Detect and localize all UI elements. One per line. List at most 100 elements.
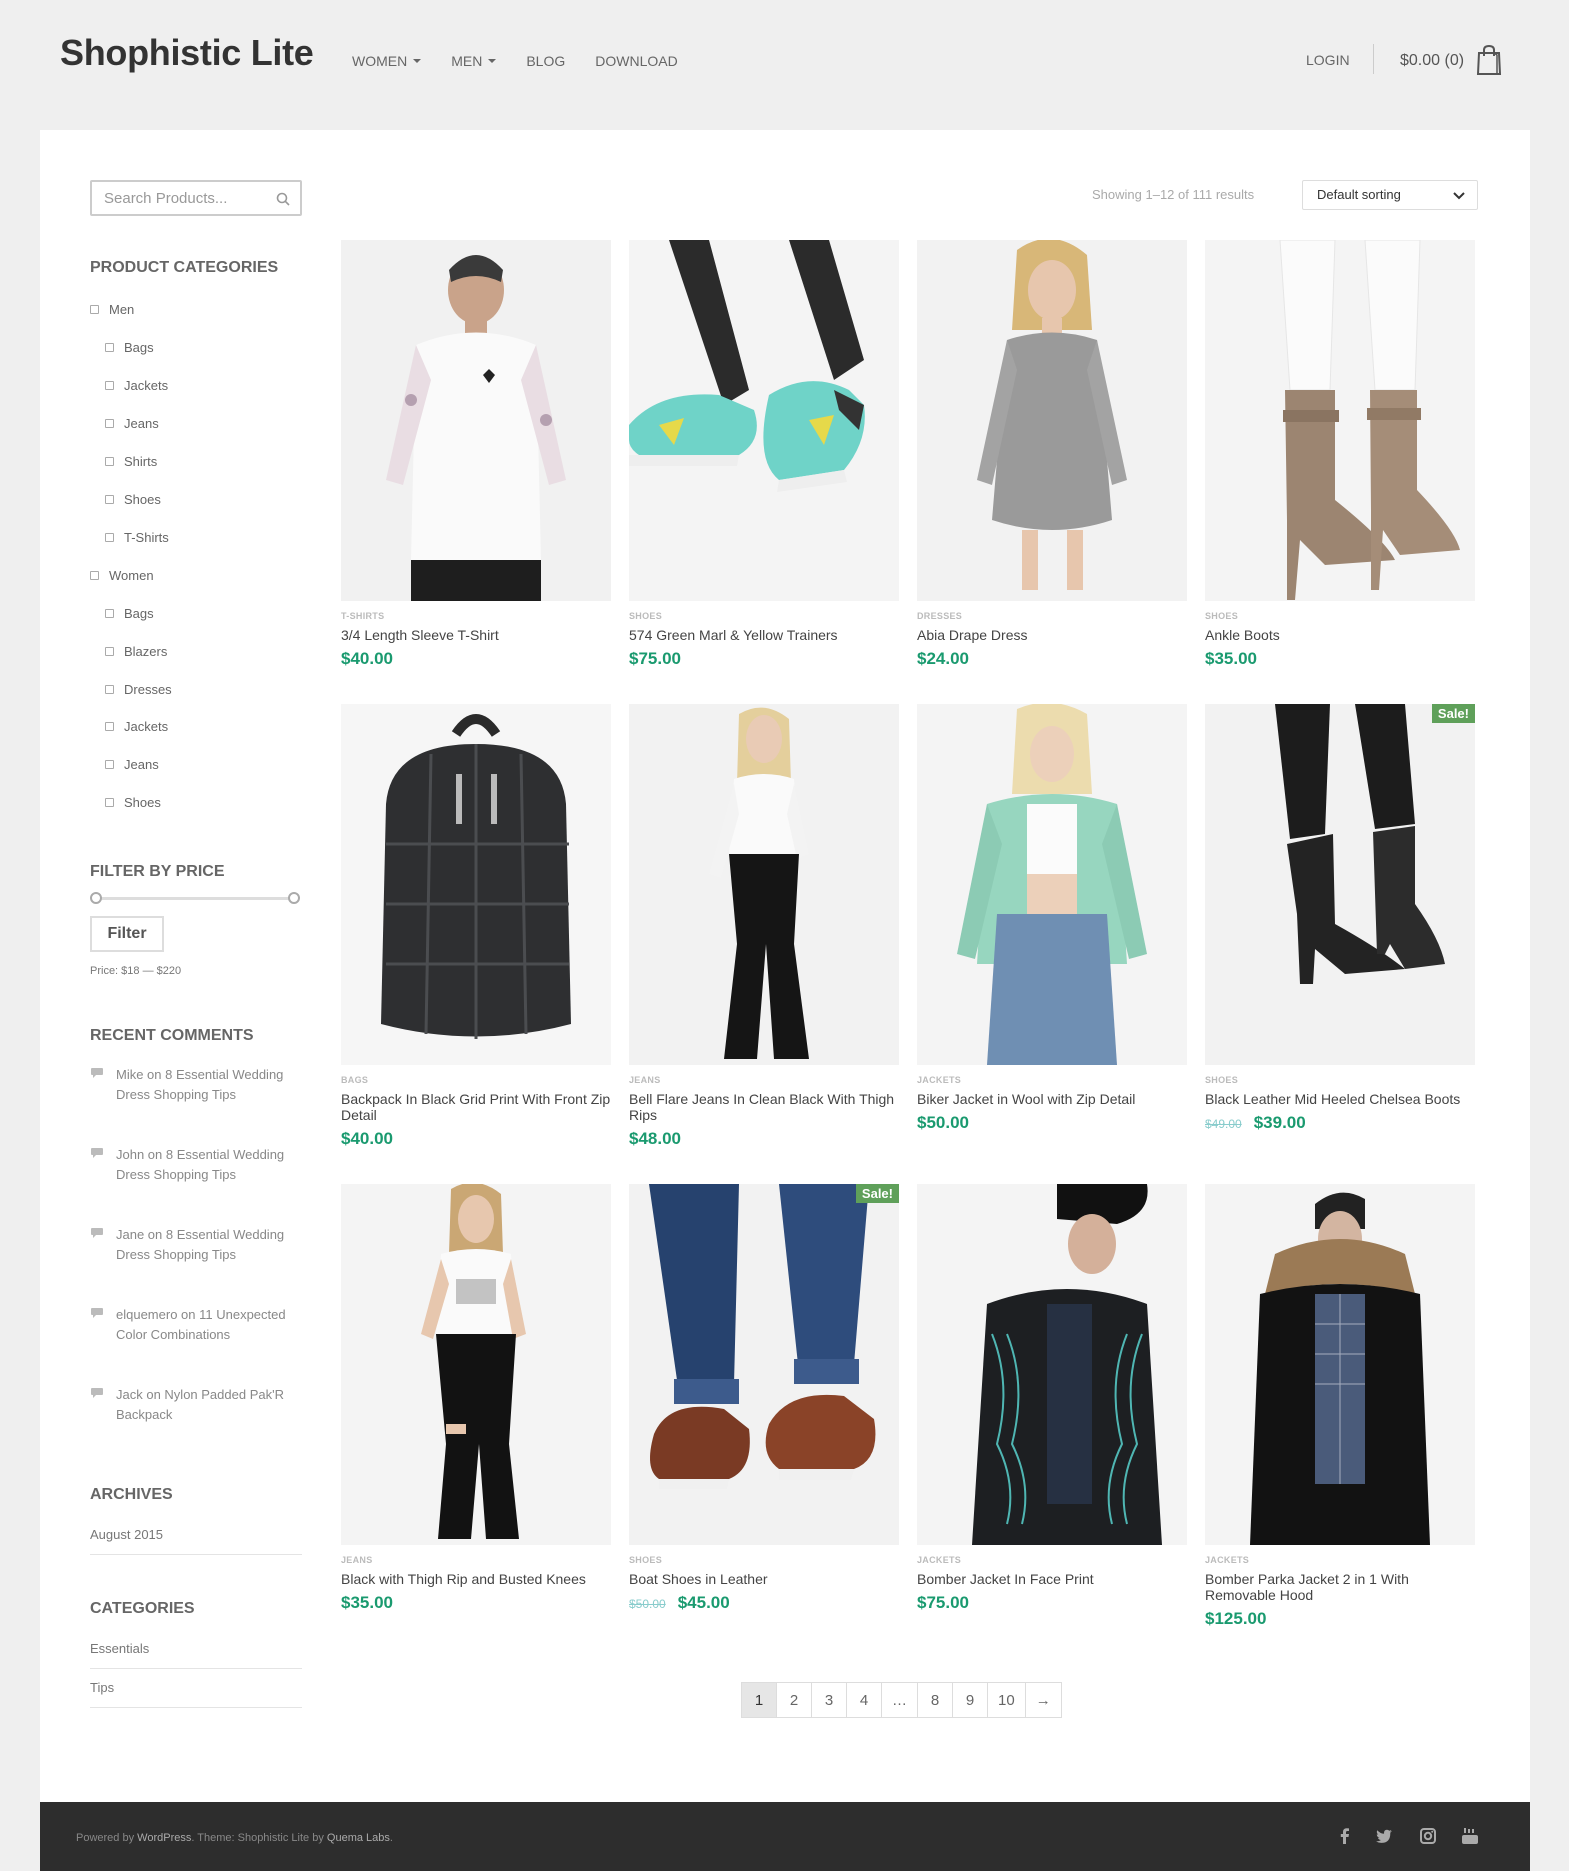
category-item[interactable]: Jackets: [105, 378, 168, 393]
checkbox[interactable]: [105, 798, 114, 807]
category-item[interactable]: Blazers: [105, 644, 167, 659]
nav-blog[interactable]: BLOG: [526, 53, 565, 69]
search-icon[interactable]: [276, 192, 290, 206]
product-category[interactable]: JACKETS: [917, 1075, 1187, 1085]
filter-button[interactable]: Filter: [90, 916, 164, 952]
page-link[interactable]: 8: [918, 1683, 953, 1717]
login-link[interactable]: LOGIN: [1306, 52, 1350, 68]
checkbox[interactable]: [105, 685, 114, 694]
product-card[interactable]: SHOES Ankle Boots $35.00: [1205, 240, 1475, 669]
page-link[interactable]: 2: [777, 1683, 812, 1717]
product-image[interactable]: [917, 704, 1187, 1065]
checkbox[interactable]: [105, 609, 114, 618]
product-image[interactable]: [917, 1184, 1187, 1545]
product-card[interactable]: Sale! SHOES Black Leather Mid Heeled Chels…: [1205, 704, 1475, 1133]
category-item[interactable]: Bags: [105, 606, 154, 621]
product-name[interactable]: 574 Green Marl & Yellow Trainers: [629, 627, 899, 643]
checkbox[interactable]: [105, 343, 114, 352]
product-category[interactable]: JEANS: [341, 1555, 611, 1565]
blog-category-link[interactable]: Tips: [90, 1680, 302, 1708]
product-card[interactable]: JEANS Black with Thigh Rip and Busted Kne…: [341, 1184, 611, 1613]
product-category[interactable]: SHOES: [629, 611, 899, 621]
product-name[interactable]: Bomber Parka Jacket 2 in 1 With Removabl…: [1205, 1571, 1475, 1603]
product-image[interactable]: [629, 240, 899, 601]
recent-comment[interactable]: elquemero on 11 Unexpected Color Combina…: [90, 1305, 300, 1345]
product-card[interactable]: T-SHIRTS 3/4 Length Sleeve T-Shirt $40.00: [341, 240, 611, 669]
author-link[interactable]: Quema Labs: [327, 1832, 390, 1844]
category-item[interactable]: T-Shirts: [105, 530, 169, 545]
next-page-arrow[interactable]: →: [1026, 1683, 1061, 1717]
product-image[interactable]: [1205, 240, 1475, 601]
product-name[interactable]: Boat Shoes in Leather: [629, 1571, 899, 1587]
product-card[interactable]: Sale! SHOES Boat Shoes in Leather $50.00 $45…: [629, 1184, 899, 1613]
product-image[interactable]: [341, 1184, 611, 1545]
product-name[interactable]: Black Leather Mid Heeled Chelsea Boots: [1205, 1091, 1475, 1107]
product-category[interactable]: JACKETS: [1205, 1555, 1475, 1565]
checkbox[interactable]: [105, 419, 114, 428]
product-card[interactable]: JACKETS Bomber Jacket In Face Print $75.00: [917, 1184, 1187, 1613]
product-category[interactable]: SHOES: [1205, 1075, 1475, 1085]
nav-download[interactable]: DOWNLOAD: [595, 53, 677, 69]
product-category[interactable]: DRESSES: [917, 611, 1187, 621]
shopping-bag-icon[interactable]: [1476, 44, 1502, 76]
price-slider-min-handle[interactable]: [90, 892, 102, 904]
category-item[interactable]: Shirts: [105, 454, 157, 469]
product-card[interactable]: DRESSES Abia Drape Dress $24.00: [917, 240, 1187, 669]
category-item[interactable]: Dresses: [105, 682, 172, 697]
category-item[interactable]: Shoes: [105, 795, 161, 810]
page-link[interactable]: 3: [812, 1683, 847, 1717]
recent-comment[interactable]: Jack on Nylon Padded Pak'R Backpack: [90, 1385, 300, 1425]
nav-women[interactable]: WOMEN: [352, 53, 422, 69]
product-image[interactable]: [629, 704, 899, 1065]
price-slider-max-handle[interactable]: [288, 892, 300, 904]
twitter-icon[interactable]: [1374, 1826, 1394, 1846]
category-item[interactable]: Shoes: [105, 492, 161, 507]
recent-comment[interactable]: Jane on 8 Essential Wedding Dress Shoppi…: [90, 1225, 300, 1265]
search-input[interactable]: Search Products...: [90, 180, 302, 216]
category-item[interactable]: Jeans: [105, 757, 159, 772]
product-category[interactable]: SHOES: [1205, 611, 1475, 621]
checkbox[interactable]: [105, 495, 114, 504]
category-item[interactable]: Jeans: [105, 416, 159, 431]
sort-select[interactable]: Default sorting: [1302, 180, 1478, 210]
category-item[interactable]: Bags: [105, 340, 154, 355]
page-link[interactable]: 4: [847, 1683, 882, 1717]
product-category[interactable]: JEANS: [629, 1075, 899, 1085]
product-image[interactable]: [341, 704, 611, 1065]
product-name[interactable]: Black with Thigh Rip and Busted Knees: [341, 1571, 611, 1587]
wordpress-link[interactable]: WordPress: [137, 1832, 191, 1844]
recent-comment[interactable]: John on 8 Essential Wedding Dress Shoppi…: [90, 1145, 300, 1185]
checkbox[interactable]: [90, 305, 99, 314]
product-category[interactable]: T-SHIRTS: [341, 611, 611, 621]
product-name[interactable]: Biker Jacket in Wool with Zip Detail: [917, 1091, 1187, 1107]
page-link[interactable]: 10: [988, 1683, 1026, 1717]
product-image[interactable]: Sale!: [629, 1184, 899, 1545]
product-name[interactable]: Abia Drape Dress: [917, 627, 1187, 643]
product-image[interactable]: [917, 240, 1187, 601]
product-card[interactable]: JEANS Bell Flare Jeans In Clean Black Wit…: [629, 704, 899, 1149]
blog-category-link[interactable]: Essentials: [90, 1641, 302, 1669]
checkbox[interactable]: [90, 571, 99, 580]
category-item[interactable]: Women: [90, 568, 154, 583]
checkbox[interactable]: [105, 457, 114, 466]
recent-comment[interactable]: Mike on 8 Essential Wedding Dress Shoppi…: [90, 1065, 300, 1105]
product-category[interactable]: SHOES: [629, 1555, 899, 1565]
youtube-icon[interactable]: [1460, 1826, 1480, 1846]
checkbox[interactable]: [105, 533, 114, 542]
cart-total[interactable]: $0.00 (0): [1400, 52, 1464, 70]
product-card[interactable]: SHOES 574 Green Marl & Yellow Trainers $75…: [629, 240, 899, 669]
nav-men[interactable]: MEN: [451, 53, 497, 69]
page-link[interactable]: 9: [953, 1683, 988, 1717]
product-image[interactable]: [1205, 1184, 1475, 1545]
product-card[interactable]: JACKETS Biker Jacket in Wool with Zip Det…: [917, 704, 1187, 1133]
product-name[interactable]: Backpack In Black Grid Print With Front …: [341, 1091, 611, 1123]
archive-link[interactable]: August 2015: [90, 1527, 302, 1555]
product-card[interactable]: JACKETS Bomber Parka Jacket 2 in 1 With R…: [1205, 1184, 1475, 1629]
checkbox[interactable]: [105, 647, 114, 656]
product-card[interactable]: BAGS Backpack In Black Grid Print With Fr…: [341, 704, 611, 1149]
instagram-icon[interactable]: [1418, 1826, 1438, 1846]
checkbox[interactable]: [105, 760, 114, 769]
category-item[interactable]: Men: [90, 302, 134, 317]
product-name[interactable]: Bomber Jacket In Face Print: [917, 1571, 1187, 1587]
product-category[interactable]: JACKETS: [917, 1555, 1187, 1565]
